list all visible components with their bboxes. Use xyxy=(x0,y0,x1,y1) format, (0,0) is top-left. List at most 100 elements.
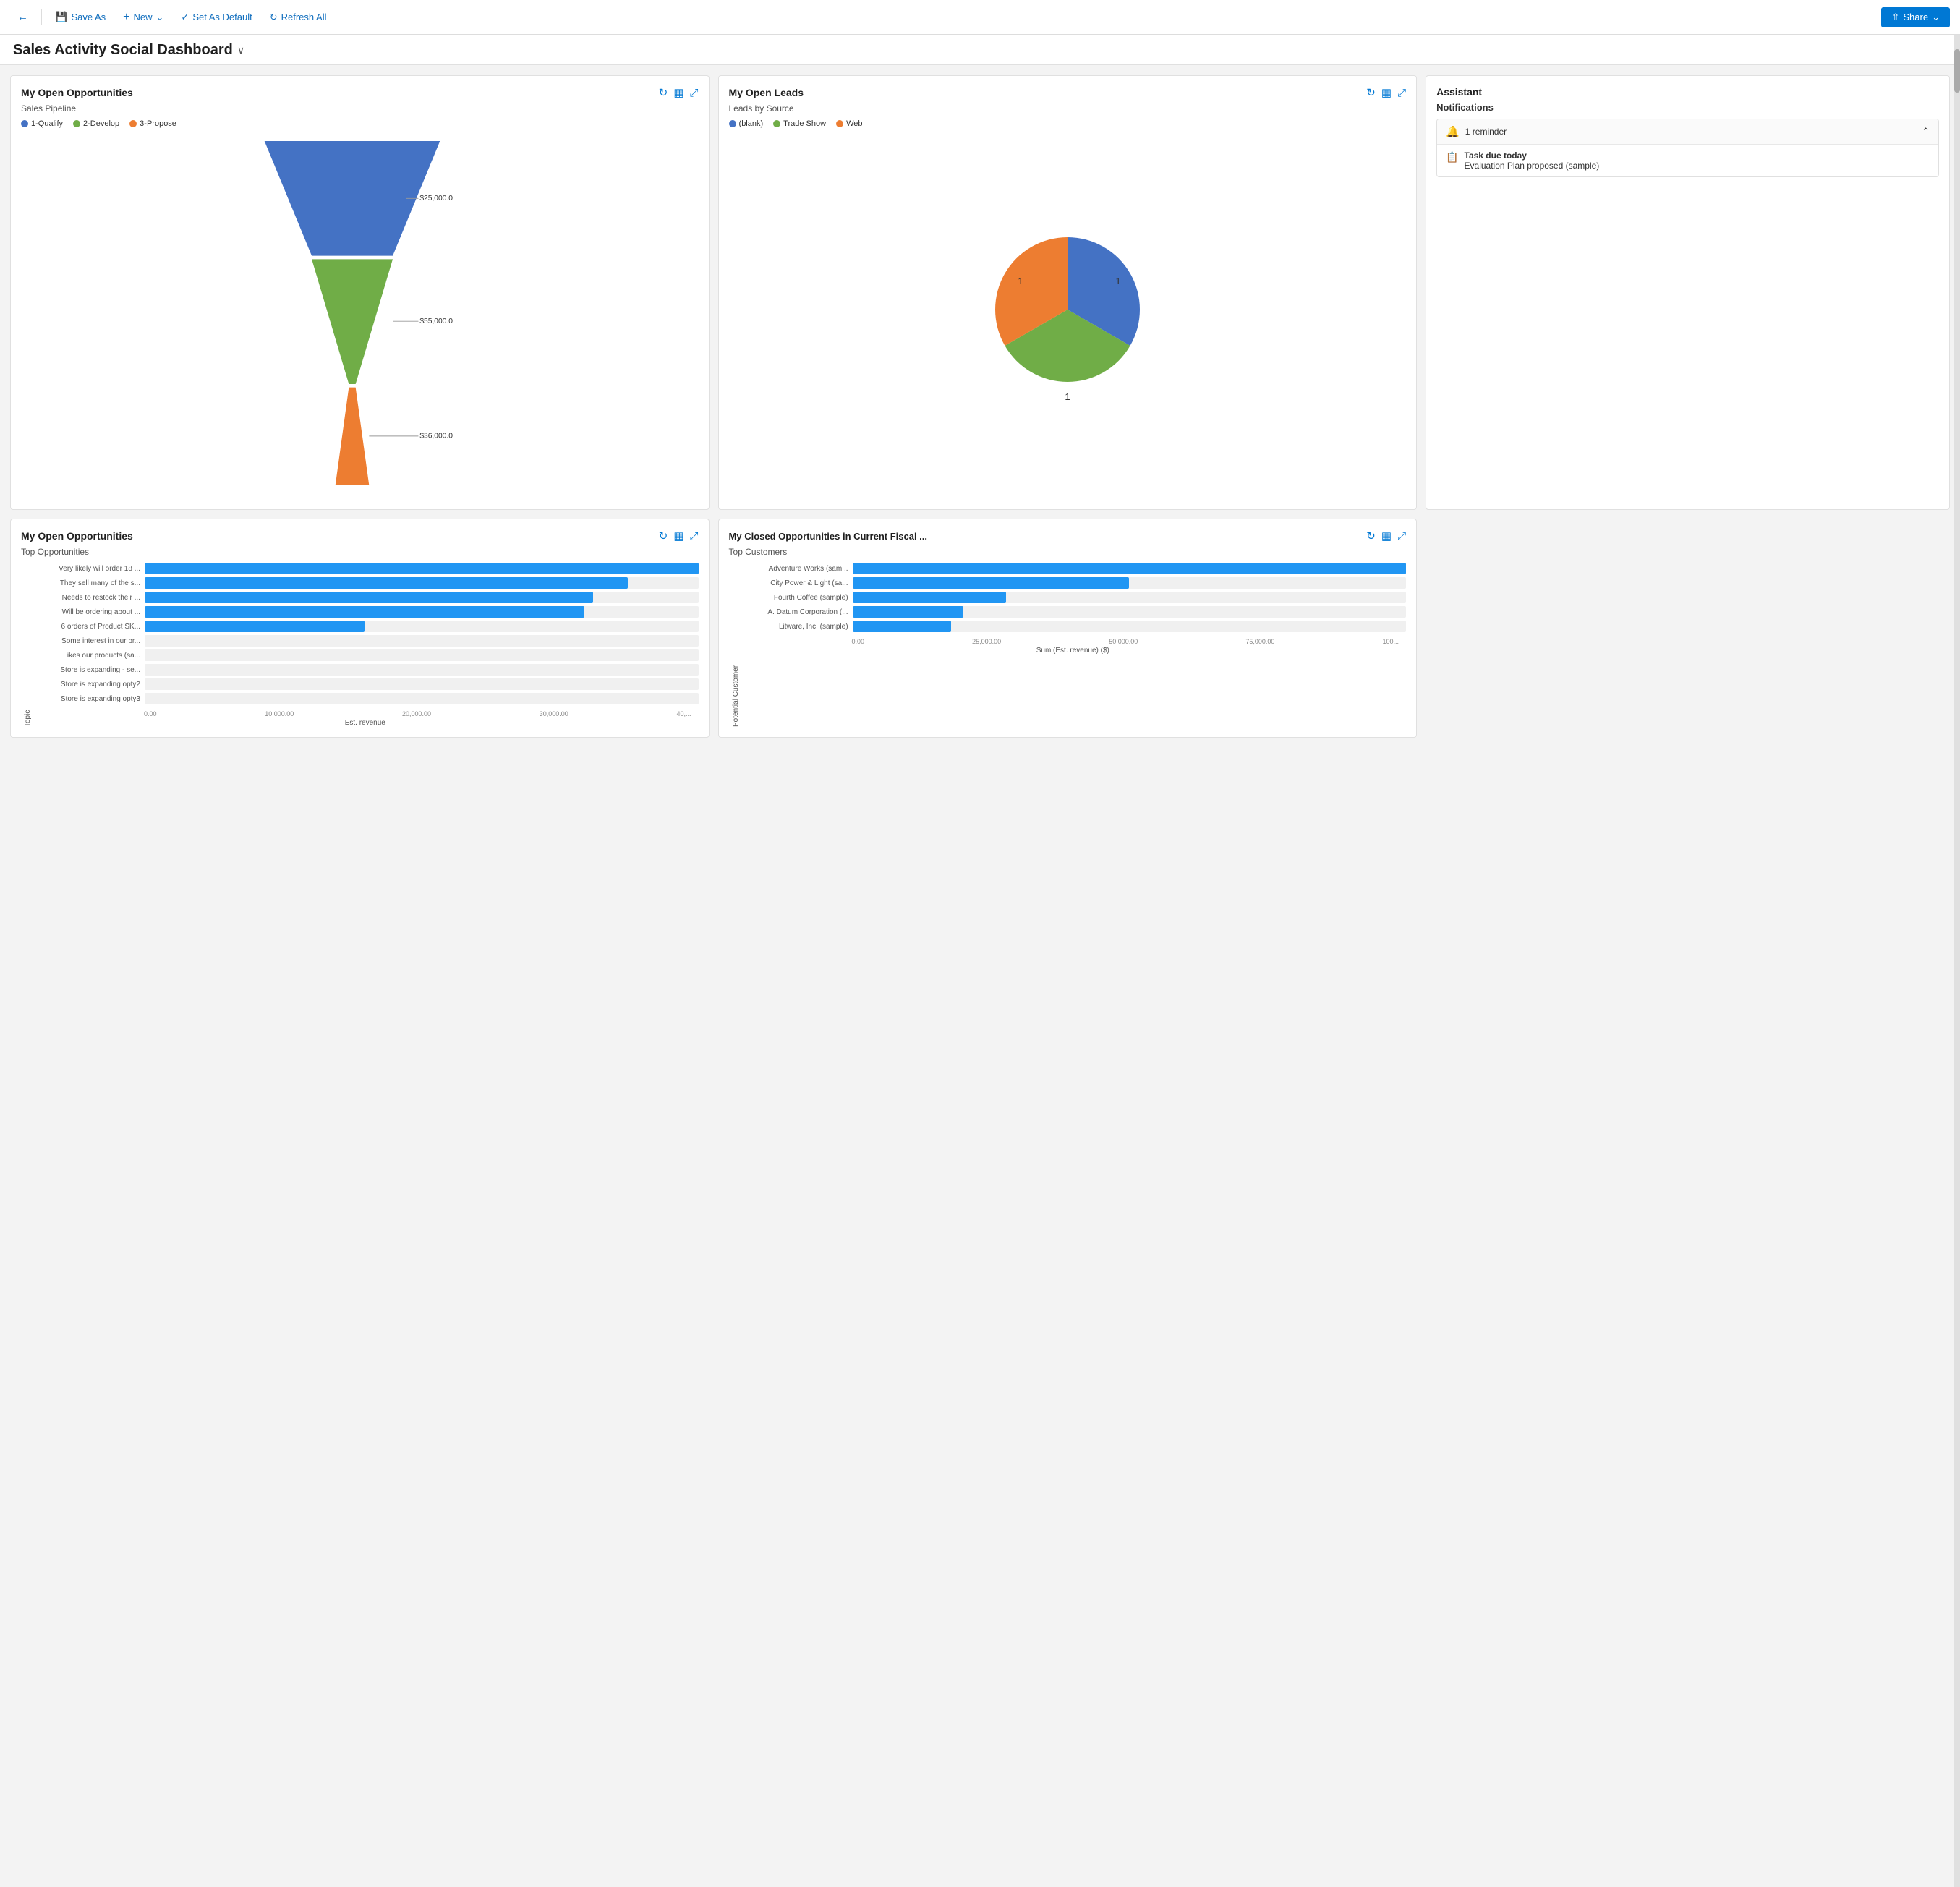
refresh-card-icon[interactable]: ↻ xyxy=(659,86,668,99)
bar-label: Will be ordering about ... xyxy=(32,608,140,616)
bar-label: A. Datum Corporation (... xyxy=(740,608,848,616)
reminder-item: 📋 Task due today Evaluation Plan propose… xyxy=(1437,144,1938,176)
toolbar: ← 💾 Save As + New ⌄ ✓ Set As Default ↻ R… xyxy=(0,0,1960,35)
bar-row: Needs to restock their ... xyxy=(32,592,699,603)
reminder-text: Task due today Evaluation Plan proposed … xyxy=(1465,150,1600,171)
reminder-header-left: 🔔 1 reminder xyxy=(1446,125,1507,138)
y-axis-title-opps: Topic xyxy=(21,563,32,727)
my-open-opps-bottom-card: My Open Opportunities ↻ ▦ ⤢ Top Opportun… xyxy=(10,519,710,738)
table-leads-icon[interactable]: ▦ xyxy=(1381,86,1392,99)
refresh-leads-icon[interactable]: ↻ xyxy=(1366,86,1376,99)
my-open-opps-legend: 1-Qualify 2-Develop 3-Propose xyxy=(21,119,699,128)
bar-row: Fourth Coffee (sample) xyxy=(740,592,1407,603)
share-icon: ⇧ xyxy=(1891,12,1899,23)
notifications-label: Notifications xyxy=(1436,102,1939,113)
funnel-svg: $25,000.00 $55,000.00 $36,000.00 xyxy=(251,141,453,492)
bar-chart-closed-container: Potential Customer Adventure Works (sam.… xyxy=(729,563,1407,727)
reminder-chevron-up-icon: ⌃ xyxy=(1922,126,1930,137)
bar-fill xyxy=(145,563,699,574)
bar-track xyxy=(853,606,1407,618)
expand-leads-icon[interactable]: ⤢ xyxy=(1397,87,1406,99)
pie-chart-container: 1 1 1 xyxy=(729,134,1407,499)
reminder-title: Task due today xyxy=(1465,150,1600,161)
bar-label: Litware, Inc. (sample) xyxy=(740,623,848,631)
bar-label: Very likely will order 18 ... xyxy=(32,565,140,573)
bar-row: Store is expanding opty2 xyxy=(32,678,699,690)
legend-blank: (blank) xyxy=(729,119,764,128)
funnel-label-develop: $55,000.00 xyxy=(420,318,454,325)
bar-fill xyxy=(853,563,1407,574)
legend-tradeshow-dot xyxy=(773,120,780,127)
bar-track xyxy=(145,563,699,574)
expand-icon[interactable]: ⤢ xyxy=(690,87,699,99)
bar-chart-h-container: Topic Very likely will order 18 ...They … xyxy=(21,563,699,727)
legend-tradeshow: Trade Show xyxy=(773,119,826,128)
share-button[interactable]: ⇧ Share ⌄ xyxy=(1881,7,1950,27)
reminder-section: 🔔 1 reminder ⌃ 📋 Task due today Evaluati… xyxy=(1436,119,1939,177)
my-open-leads-subtitle: Leads by Source xyxy=(729,103,1407,114)
bar-label: 6 orders of Product SK... xyxy=(32,623,140,631)
legend-qualify: 1-Qualify xyxy=(21,119,63,128)
bar-label: Fourth Coffee (sample) xyxy=(740,594,848,602)
bar-track xyxy=(145,693,699,704)
funnel-propose xyxy=(336,388,370,485)
table-view-icon[interactable]: ▦ xyxy=(673,86,683,99)
scrollbar[interactable] xyxy=(1954,35,1960,1887)
bar-label: Adventure Works (sam... xyxy=(740,565,848,573)
table-closed-icon[interactable]: ▦ xyxy=(1381,529,1392,542)
bar-chart-closed: Adventure Works (sam... City Power & Ligh… xyxy=(740,563,1407,727)
new-chevron-icon: ⌄ xyxy=(156,12,164,23)
bar-track xyxy=(853,563,1407,574)
bar-chart-h: Very likely will order 18 ...They sell m… xyxy=(32,563,699,727)
bars-closed: Adventure Works (sam... City Power & Ligh… xyxy=(740,563,1407,635)
my-closed-opps-subtitle: Top Customers xyxy=(729,547,1407,557)
legend-propose-dot xyxy=(129,120,137,127)
reminder-header[interactable]: 🔔 1 reminder ⌃ xyxy=(1437,119,1938,144)
bar-track xyxy=(145,664,699,676)
set-as-default-button[interactable]: ✓ Set As Default xyxy=(174,8,259,27)
save-as-button[interactable]: 💾 Save As xyxy=(48,7,113,27)
assistant-header: Assistant xyxy=(1436,86,1939,98)
legend-develop: 2-Develop xyxy=(73,119,119,128)
bar-label: City Power & Light (sa... xyxy=(740,579,848,587)
bar-track xyxy=(145,592,699,603)
table-opps-bottom-icon[interactable]: ▦ xyxy=(673,529,683,542)
page-title: Sales Activity Social Dashboard xyxy=(13,42,233,59)
bar-fill xyxy=(145,577,628,589)
pie-svg: 1 1 1 xyxy=(959,216,1176,418)
legend-propose: 3-Propose xyxy=(129,119,176,128)
bar-row: Very likely will order 18 ... xyxy=(32,563,699,574)
reminder-count: 1 reminder xyxy=(1465,127,1507,137)
pie-label-1: 1 xyxy=(1115,276,1120,286)
my-closed-opps-card: My Closed Opportunities in Current Fisca… xyxy=(718,519,1418,738)
legend-web-label: Web xyxy=(846,119,862,128)
legend-blank-label: (blank) xyxy=(739,119,764,128)
new-icon: + xyxy=(123,11,129,24)
my-open-opps-bottom-actions: ↻ ▦ ⤢ xyxy=(659,529,699,542)
dashboard: My Open Opportunities ↻ ▦ ⤢ Sales Pipeli… xyxy=(0,65,1960,748)
back-button[interactable]: ← xyxy=(10,7,35,27)
refresh-closed-icon[interactable]: ↻ xyxy=(1366,529,1376,542)
my-open-leads-header: My Open Leads ↻ ▦ ⤢ xyxy=(729,86,1407,99)
refresh-all-button[interactable]: ↻ Refresh All xyxy=(263,8,334,27)
legend-web-dot xyxy=(836,120,843,127)
assistant-card: Assistant Notifications 🔔 1 reminder ⌃ 📋… xyxy=(1426,75,1950,510)
bar-track xyxy=(853,577,1407,589)
bar-row: Store is expanding - se... xyxy=(32,664,699,676)
new-button[interactable]: + New ⌄ xyxy=(116,7,171,27)
bar-fill xyxy=(853,621,951,632)
bar-fill xyxy=(145,621,365,632)
bar-track xyxy=(145,577,699,589)
bar-row: City Power & Light (sa... xyxy=(740,577,1407,589)
page-title-bar: Sales Activity Social Dashboard ∨ xyxy=(0,35,1960,65)
legend-develop-dot xyxy=(73,120,80,127)
my-closed-opps-title: My Closed Opportunities in Current Fisca… xyxy=(729,531,927,542)
page-title-chevron-icon[interactable]: ∨ xyxy=(237,44,244,56)
expand-opps-bottom-icon[interactable]: ⤢ xyxy=(690,530,699,542)
scrollbar-thumb[interactable] xyxy=(1954,49,1960,93)
save-icon: 💾 xyxy=(55,11,67,23)
my-open-opps-header: My Open Opportunities ↻ ▦ ⤢ xyxy=(21,86,699,99)
pie-label-2: 1 xyxy=(1018,276,1023,286)
expand-closed-icon[interactable]: ⤢ xyxy=(1397,530,1406,542)
refresh-opps-bottom-icon[interactable]: ↻ xyxy=(659,529,668,542)
